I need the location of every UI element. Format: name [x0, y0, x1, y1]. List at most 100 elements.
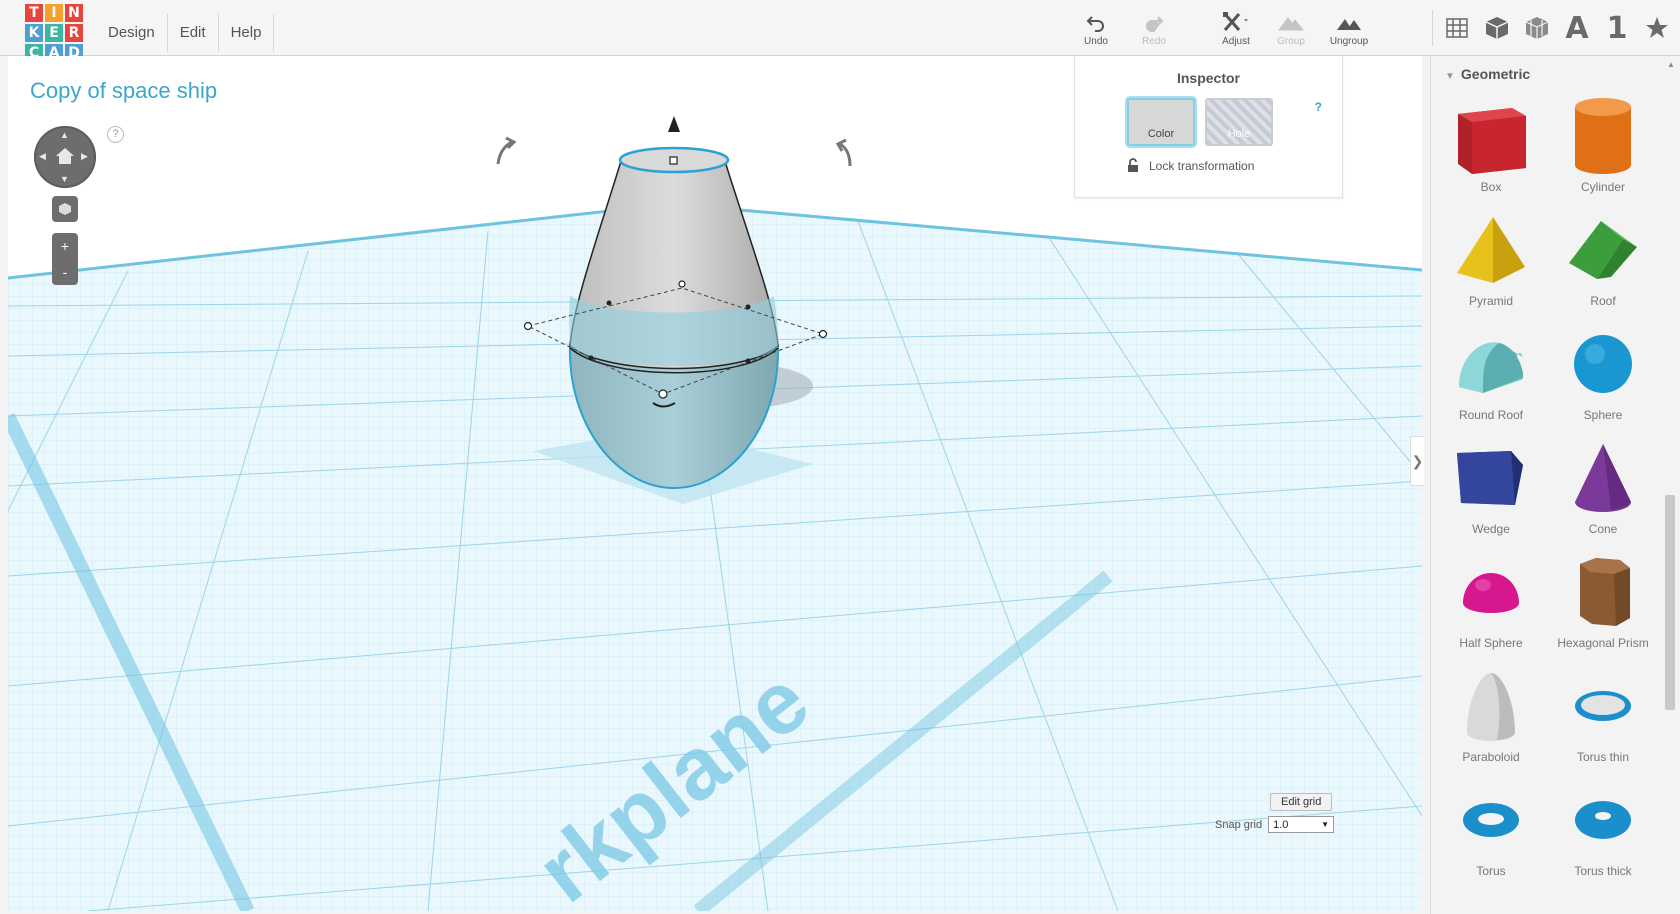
collapse-triangle-icon: ▼	[1445, 71, 1455, 82]
logo-letter: T	[25, 4, 43, 22]
snap-grid-control: Snap grid 1.0 ▼	[1215, 816, 1335, 833]
shape-hexagonal-prism[interactable]: Hexagonal Prism	[1547, 548, 1659, 660]
logo-letter: E	[45, 24, 63, 42]
orbit-control[interactable]: ▲ ▼ ◀ ▶	[34, 126, 96, 188]
shape-label: Cylinder	[1580, 180, 1625, 194]
star-icon[interactable]	[1643, 14, 1671, 42]
panel-scrollbar[interactable]	[1665, 495, 1675, 710]
fit-view-button[interactable]	[52, 196, 78, 222]
paraboloid-icon	[1467, 673, 1515, 741]
home-view-icon[interactable]	[55, 147, 75, 165]
redo-icon	[1146, 16, 1164, 32]
orbit-down-icon[interactable]: ▼	[60, 174, 69, 184]
shape-label: Sphere	[1583, 408, 1623, 422]
hexagonal-prism-icon	[1580, 558, 1630, 626]
shape-torus-thin[interactable]: Torus thin	[1547, 662, 1659, 774]
adjust-tools: Adjust	[1207, 10, 1265, 50]
shape-label: Torus thick	[1574, 864, 1632, 878]
menu-edit[interactable]: Edit	[168, 14, 219, 52]
redo-button[interactable]: Redo	[1125, 10, 1183, 47]
rotate-right-icon[interactable]	[835, 138, 852, 167]
inspector-help-button[interactable]: ?	[1315, 100, 1322, 114]
shape-pyramid[interactable]: Pyramid	[1435, 206, 1547, 318]
orbit-up-icon[interactable]: ▲	[60, 130, 69, 140]
inspector-panel: Inspector ? Color Hole Lock transformati…	[1074, 56, 1343, 198]
rotate-left-icon[interactable]	[496, 136, 517, 165]
shape-round-roof[interactable]: Round Roof	[1435, 320, 1547, 432]
logo-letter: I	[45, 4, 63, 22]
top-bar: T I N K E R C A D Design Edit Help Undo …	[0, 0, 1680, 62]
zoom-out-button[interactable]: -	[52, 259, 78, 285]
shape-roof[interactable]: Roof	[1547, 206, 1659, 318]
hole-label: Hole	[1227, 128, 1251, 140]
workspace-canvas[interactable]: rkplane Copy of space ship ▲ ▼ ◀ ▶ + - ?…	[8, 56, 1422, 911]
shape-torus[interactable]: Torus	[1435, 776, 1547, 888]
orbit-right-icon[interactable]: ▶	[81, 151, 88, 162]
redo-label: Redo	[1142, 36, 1166, 47]
snap-grid-label: Snap grid	[1215, 818, 1263, 831]
menu-help[interactable]: Help	[219, 14, 275, 52]
snap-grid-select[interactable]: 1.0 ▼	[1268, 816, 1335, 833]
undo-label: Undo	[1084, 36, 1108, 47]
shapes-panel: ▼ Geometric Box Cylinder Pyramid Roof Rou…	[1430, 56, 1680, 914]
wedge-icon	[1457, 451, 1523, 505]
logo-letter: N	[65, 4, 83, 22]
cube-view-icon[interactable]	[1483, 14, 1511, 42]
shape-wedge[interactable]: Wedge	[1435, 434, 1547, 546]
lock-label: Lock transformation	[1149, 158, 1255, 173]
category-title: Geometric	[1460, 66, 1531, 82]
view-icons: A 1	[1432, 10, 1671, 46]
box-icon	[1458, 108, 1526, 174]
group-button[interactable]: Group	[1262, 10, 1320, 47]
group-tools: Group Ungroup	[1262, 10, 1378, 50]
geometric-category-header[interactable]: ▼ Geometric	[1445, 66, 1530, 82]
dropdown-arrow-icon: ▼	[1321, 820, 1330, 829]
cube-icon	[59, 203, 71, 215]
hole-swatch-button[interactable]: Hole	[1205, 98, 1273, 146]
shape-half-sphere[interactable]: Half Sphere	[1435, 548, 1547, 660]
shape-cylinder[interactable]: Cylinder	[1547, 92, 1659, 204]
grid-view-icon[interactable]	[1443, 14, 1471, 42]
shape-label: Half Sphere	[1459, 636, 1523, 650]
lock-transformation-toggle[interactable]: Lock transformation	[1127, 158, 1254, 173]
shape-box[interactable]: Box	[1435, 92, 1547, 204]
sphere-icon	[1574, 335, 1632, 393]
undo-button[interactable]: Undo	[1067, 10, 1125, 47]
text-shapes-icon[interactable]: A	[1563, 11, 1591, 46]
shape-paraboloid[interactable]: Paraboloid	[1435, 662, 1547, 774]
shape-label: Round Roof	[1458, 408, 1524, 422]
inspector-title: Inspector	[1176, 70, 1240, 86]
adjust-button[interactable]: Adjust	[1207, 10, 1265, 47]
nav-help-button[interactable]: ?	[107, 126, 124, 143]
color-label: Color	[1147, 128, 1175, 140]
cone-icon	[1575, 444, 1631, 512]
ungroup-icon	[1337, 19, 1361, 30]
shape-cone[interactable]: Cone	[1547, 434, 1659, 546]
color-swatch-button[interactable]: Color	[1127, 98, 1195, 146]
tinkercad-logo[interactable]: T I N K E R C A D	[25, 4, 85, 64]
wireframe-cube-icon[interactable]	[1523, 14, 1551, 42]
scroll-up-icon[interactable]: ▲	[1667, 60, 1675, 69]
edit-grid-button[interactable]: Edit grid	[1270, 793, 1333, 811]
torus-icon	[1463, 803, 1519, 837]
ungroup-button[interactable]: Ungroup	[1320, 10, 1378, 47]
collapse-panel-button[interactable]: ❯	[1410, 436, 1424, 486]
adjust-label: Adjust	[1222, 36, 1250, 47]
torus-thick-icon	[1575, 801, 1631, 839]
roof-icon	[1569, 221, 1637, 279]
number-shapes-icon[interactable]: 1	[1603, 11, 1631, 46]
cylinder-icon	[1575, 98, 1631, 174]
design-title[interactable]: Copy of space ship	[30, 78, 217, 104]
shape-torus-thick[interactable]: Torus thick	[1547, 776, 1659, 888]
logo-letter: K	[25, 24, 43, 42]
orbit-left-icon[interactable]: ◀	[39, 151, 46, 162]
menu-design[interactable]: Design	[96, 14, 168, 52]
view-navigation: ▲ ▼ ◀ ▶ + -	[34, 126, 96, 285]
logo-letter: R	[65, 24, 83, 42]
lock-icon	[1128, 158, 1138, 172]
shape-label: Paraboloid	[1462, 750, 1520, 764]
shape-label: Box	[1480, 180, 1502, 194]
shape-sphere[interactable]: Sphere	[1547, 320, 1659, 432]
group-label: Group	[1277, 36, 1305, 47]
zoom-in-button[interactable]: +	[52, 233, 78, 259]
